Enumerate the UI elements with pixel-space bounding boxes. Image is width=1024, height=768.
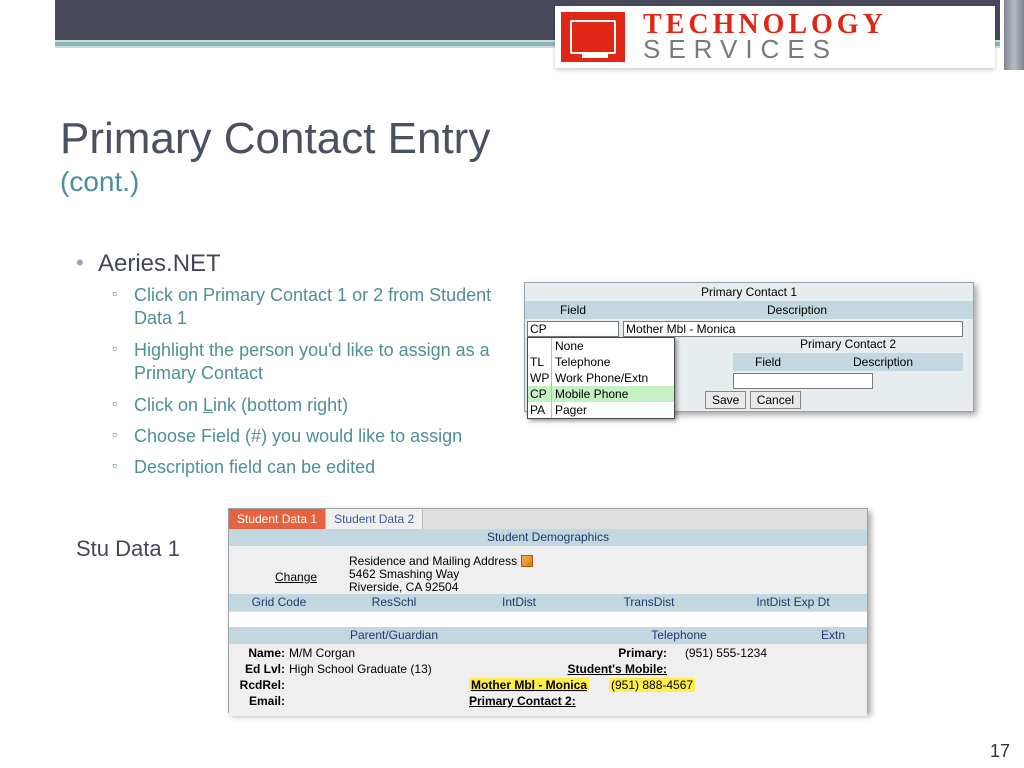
- col-gridcode: Grid Code: [229, 594, 329, 611]
- col-parent-guardian: Parent/Guardian: [229, 627, 559, 644]
- col-extn: Extn: [799, 627, 867, 644]
- bullet-level2: Highlight the person you'd like to assig…: [76, 339, 526, 386]
- bullet-level2: Click on Primary Contact 1 or 2 from Stu…: [76, 284, 526, 331]
- col-telephone: Telephone: [559, 627, 799, 644]
- scrollbar-hint: [1004, 0, 1024, 70]
- change-link[interactable]: Change: [275, 570, 317, 584]
- logo-icon: [561, 12, 625, 62]
- field-dropdown[interactable]: None TLTelephone WPWork Phone/Extn CPMob…: [527, 337, 675, 419]
- address-icon: [521, 555, 533, 567]
- field-input[interactable]: [527, 321, 619, 337]
- tab-student-data-1[interactable]: Student Data 1: [229, 509, 326, 529]
- pc1-title: Primary Contact 1: [525, 283, 973, 301]
- section-title: Student Demographics: [229, 529, 867, 546]
- value-pc1-phone: (951) 888-4567: [609, 678, 695, 692]
- bullet-level2: Choose Field (#) you would like to assig…: [76, 425, 526, 448]
- col-field-header: Field: [525, 301, 621, 319]
- bullet-level2: Description field can be edited: [76, 456, 526, 479]
- label-name: Name:: [229, 646, 285, 660]
- page-number: 17: [990, 741, 1010, 762]
- col-desc-header2: Description: [803, 353, 963, 371]
- label-email: Email:: [229, 694, 285, 708]
- cancel-button[interactable]: Cancel: [750, 391, 801, 409]
- pc2-title: Primary Contact 2: [733, 337, 963, 351]
- col-transdist: TransDist: [579, 594, 719, 611]
- value-primary: (951) 555-1234: [685, 646, 767, 660]
- value-name: M/M Corgan: [289, 646, 355, 660]
- bullet-level1: Aeries.NET: [76, 250, 526, 278]
- col-desc-header: Description: [621, 301, 973, 319]
- slide-title-block: Primary Contact Entry (cont.): [60, 114, 490, 198]
- col-intdist: IntDist: [459, 594, 579, 611]
- link-primary-contact-1[interactable]: Mother Mbl - Monica: [469, 678, 589, 692]
- slide-subtitle: (cont.): [60, 166, 490, 198]
- header-bar: TECHNOLOGY SERVICES: [0, 0, 1024, 73]
- link-primary-contact-2[interactable]: Primary Contact 2:: [469, 694, 629, 708]
- logo-block: TECHNOLOGY SERVICES: [555, 6, 995, 68]
- label-primary: Primary:: [547, 646, 667, 660]
- save-button[interactable]: Save: [705, 391, 746, 409]
- blank-data-row: [229, 611, 867, 627]
- col-resschl: ResSchl: [329, 594, 459, 611]
- primary-contact-popup: Primary Contact 1 Field Description None…: [524, 282, 974, 412]
- description-input[interactable]: [623, 321, 963, 337]
- value-edlvl: High School Graduate (13): [289, 662, 432, 676]
- slide-title: Primary Contact Entry: [60, 114, 490, 164]
- tab-student-data-2[interactable]: Student Data 2: [326, 509, 423, 529]
- col-intdistexp: IntDist Exp Dt: [719, 594, 867, 611]
- bullet-level2: Click on Link (bottom right): [76, 394, 526, 417]
- link-student-mobile[interactable]: Student's Mobile:: [507, 662, 667, 676]
- label-edlvl: Ed Lvl:: [229, 662, 285, 676]
- residence-mailing-label: Residence and Mailing Address: [349, 554, 533, 568]
- description-input-2[interactable]: [733, 373, 873, 389]
- address-text: 5462 Smashing Way Riverside, CA 92504: [349, 568, 459, 594]
- col-field-header2: Field: [733, 353, 803, 371]
- bullet-list: Aeries.NET Click on Primary Contact 1 or…: [76, 250, 526, 488]
- label-rcdrel: RcdRel:: [229, 678, 285, 692]
- stu-data-1-label: Stu Data 1: [76, 536, 180, 562]
- logo-line2: SERVICES: [643, 37, 887, 62]
- student-data-panel: Student Data 1 Student Data 2 Student De…: [228, 508, 868, 713]
